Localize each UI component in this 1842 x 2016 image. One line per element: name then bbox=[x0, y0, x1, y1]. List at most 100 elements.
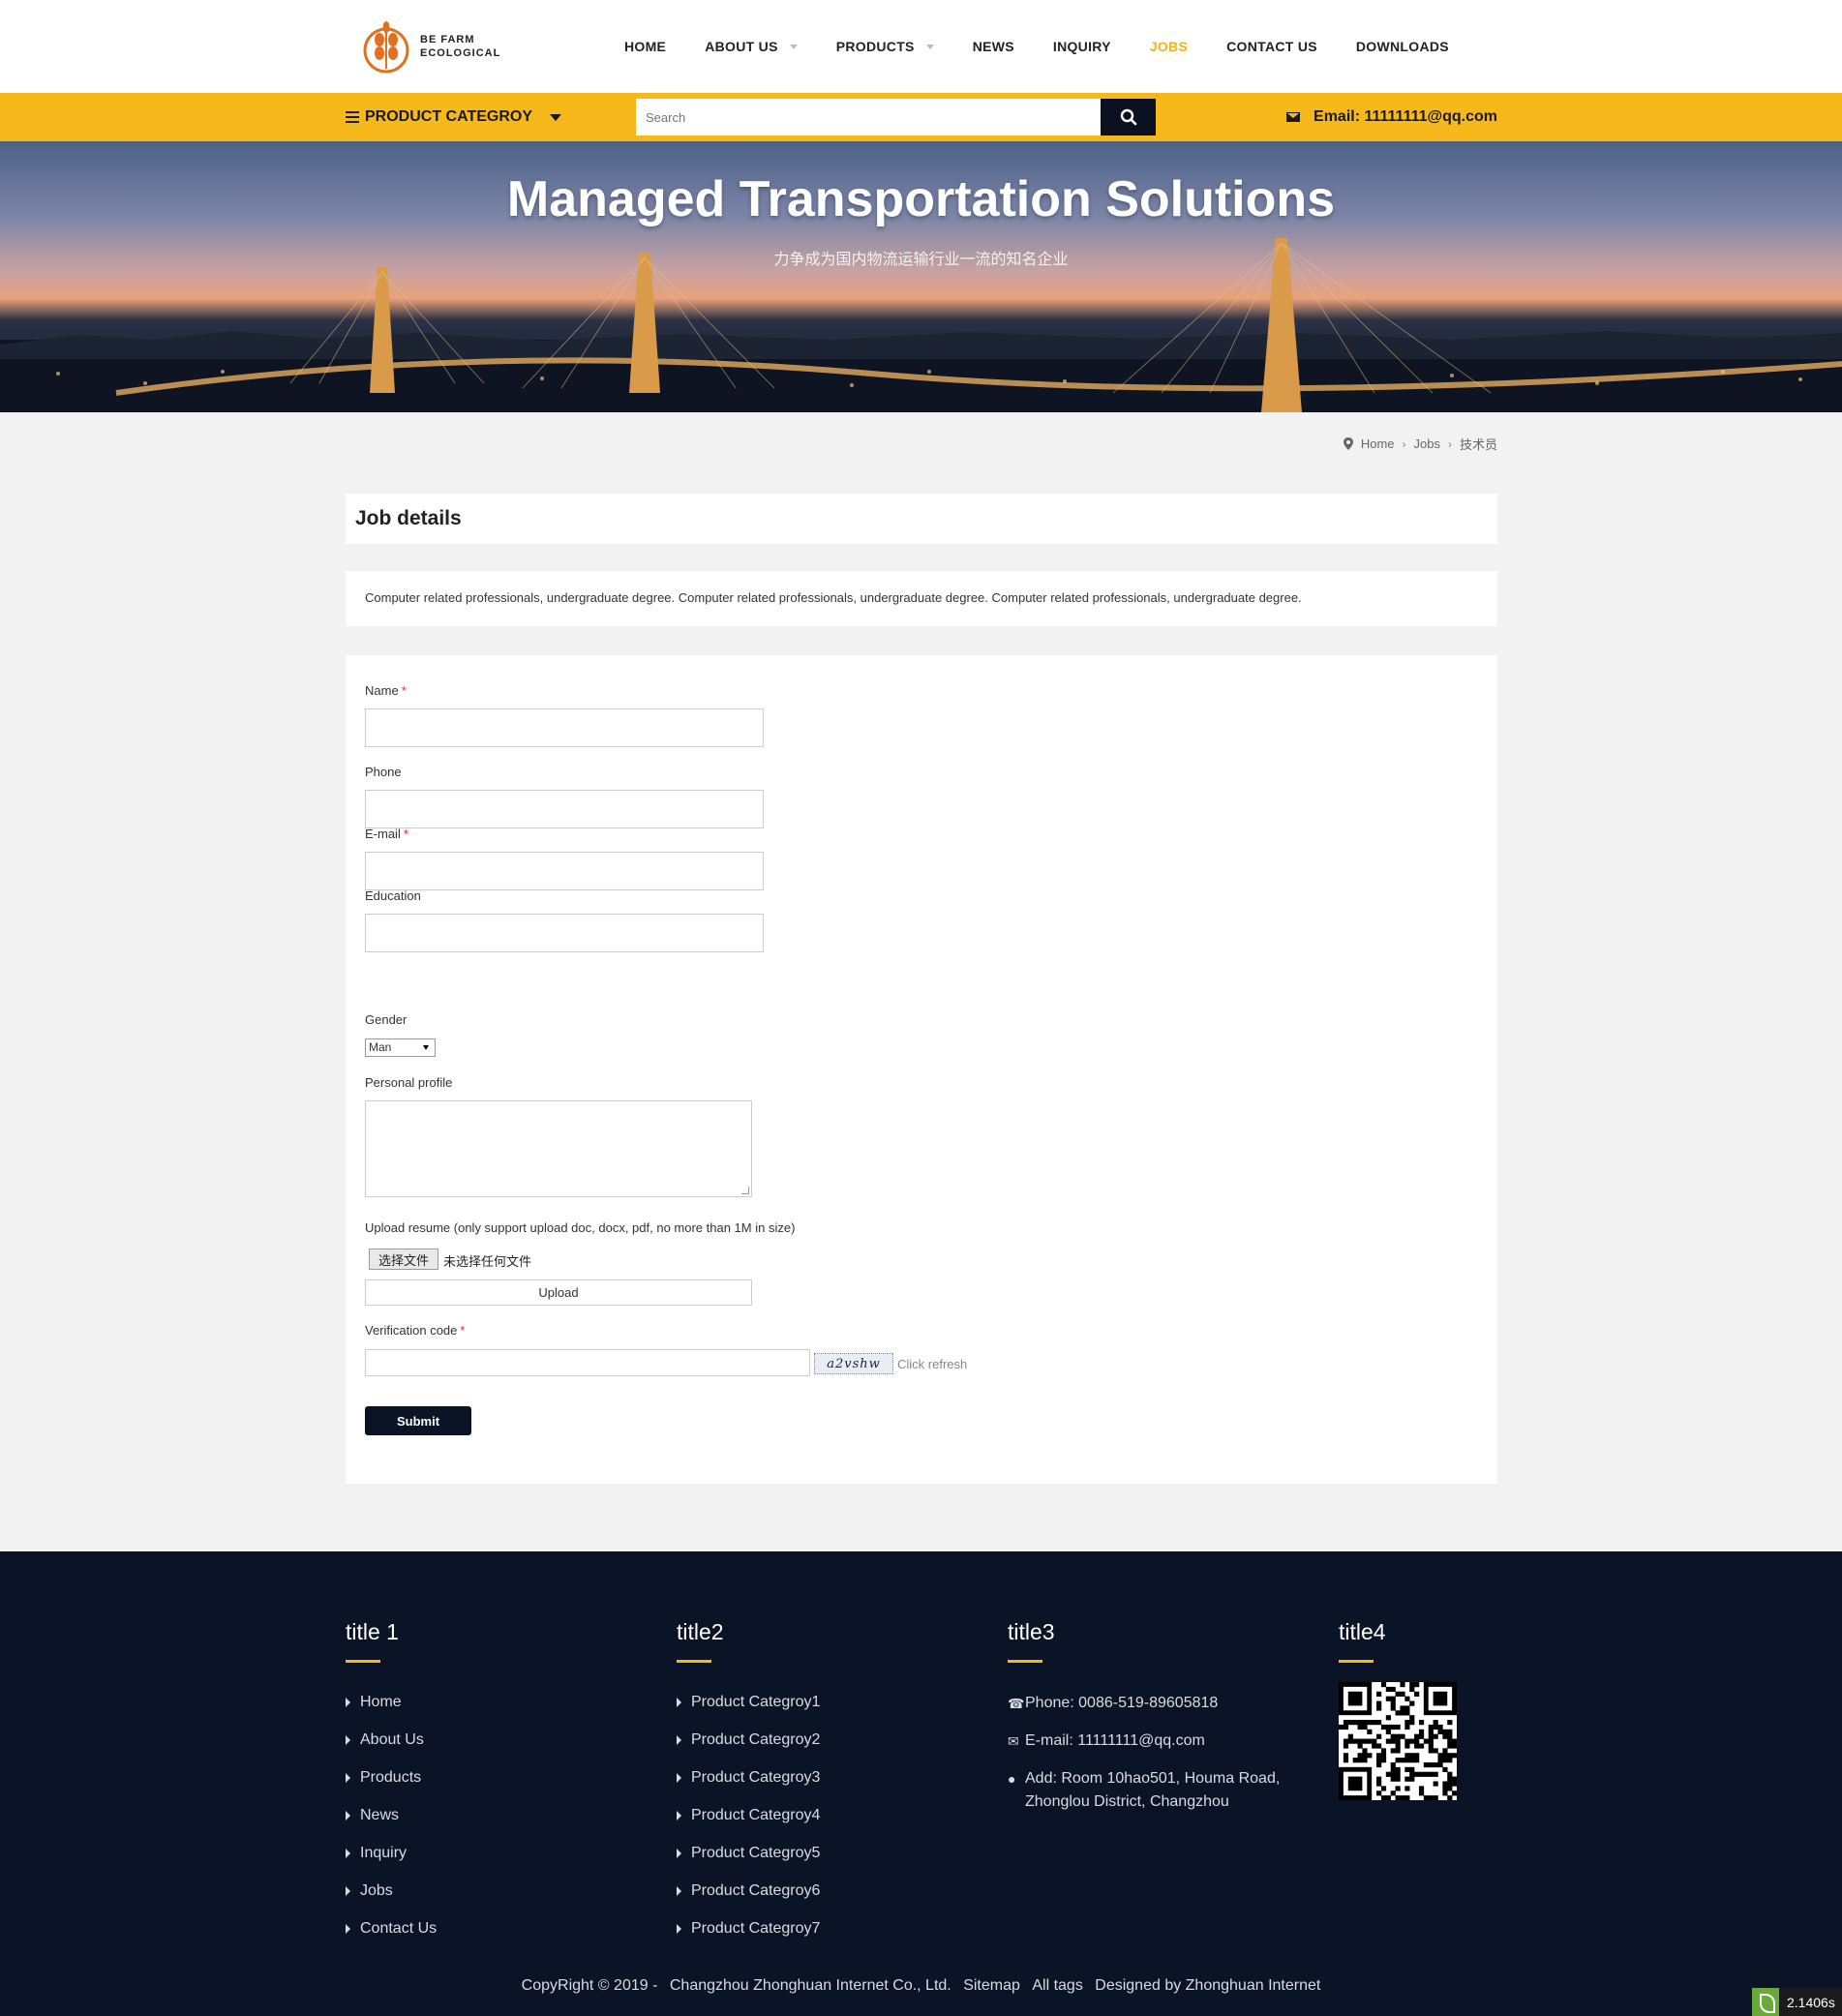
footer-address-text: Add: Room 10hao501, Houma Road, Zhonglou… bbox=[1025, 1770, 1281, 1810]
footer-link-label: Inquiry bbox=[360, 1844, 408, 1861]
footer-address: ● Add: Room 10hao501, Houma Road, Zhonglo… bbox=[1008, 1767, 1317, 1814]
logo-line-2: ECOLOGICAL bbox=[420, 47, 501, 59]
captcha-refresh-link[interactable]: Click refresh bbox=[897, 1357, 967, 1371]
nav-item-news[interactable]: NEWS bbox=[973, 39, 1014, 54]
nav-item-label: PRODUCTS bbox=[835, 39, 915, 54]
verification-field[interactable] bbox=[365, 1349, 810, 1376]
caret-right-icon bbox=[346, 1734, 350, 1745]
caret-right-icon bbox=[346, 1923, 350, 1934]
footer-link[interactable]: Product Categroy1 bbox=[677, 1683, 820, 1721]
nav-item-jobs[interactable]: JOBS bbox=[1150, 39, 1188, 54]
site-header: BE FARM ECOLOGICAL HOME ABOUT US PRODUCTS N… bbox=[0, 0, 1842, 93]
leaf-icon bbox=[1752, 1988, 1779, 2016]
chevron-right-icon: › bbox=[1447, 436, 1452, 451]
qr-code-image bbox=[1339, 1682, 1457, 1800]
phone-field[interactable] bbox=[365, 790, 764, 828]
footer-link[interactable]: Home bbox=[346, 1683, 437, 1721]
breadcrumb-jobs[interactable]: Jobs bbox=[1414, 436, 1440, 451]
logo-line-1: BE FARM bbox=[420, 34, 475, 45]
required-mark: * bbox=[403, 827, 408, 841]
banner-title: Managed Transportation Solutions bbox=[506, 171, 1336, 227]
name-label-text: Name bbox=[365, 683, 399, 698]
sitemap-link[interactable]: Sitemap bbox=[963, 1977, 1020, 1994]
utility-bar: PRODUCT CATEGROY Email: 11111111@qq.com bbox=[0, 93, 1842, 141]
footer-link-label: Product Categroy5 bbox=[691, 1844, 821, 1861]
nav-item-products[interactable]: PRODUCTS bbox=[836, 39, 934, 54]
footer-link-label: Product Categroy7 bbox=[691, 1919, 821, 1937]
profile-textarea[interactable] bbox=[365, 1100, 752, 1197]
footer-link[interactable]: Product Categroy7 bbox=[677, 1910, 820, 1947]
job-details-header: Job details bbox=[346, 494, 1497, 544]
job-description-panel: Computer related professionals, undergra… bbox=[346, 571, 1497, 626]
footer-link[interactable]: Contact Us bbox=[346, 1910, 437, 1947]
footer-col-4-title: title4 bbox=[1339, 1619, 1386, 1644]
main-nav: HOME ABOUT US PRODUCTS NEWS INQUIRY JOBS CONTA… bbox=[624, 0, 1488, 93]
title-underline bbox=[1339, 1660, 1374, 1663]
designer-credit[interactable]: Designed by Zhonghuan Internet bbox=[1095, 1977, 1320, 1994]
caret-right-icon bbox=[346, 1772, 350, 1783]
nav-item-label: ABOUT US bbox=[705, 39, 778, 54]
breadcrumb-home[interactable]: Home bbox=[1361, 436, 1395, 451]
map-pin-icon: ● bbox=[1008, 1771, 1016, 1787]
footer-col-2-title: title2 bbox=[677, 1619, 724, 1644]
nav-item-contact-us[interactable]: CONTACT US bbox=[1226, 39, 1317, 54]
footer-link[interactable]: Jobs bbox=[346, 1872, 437, 1910]
footer-link[interactable]: News bbox=[346, 1796, 437, 1834]
footer-phone-text: Phone: 0086-519-89605818 bbox=[1025, 1695, 1219, 1711]
email-label: E-mail * bbox=[365, 827, 408, 841]
caret-down-icon bbox=[789, 44, 798, 49]
nav-item-downloads[interactable]: DOWNLOADS bbox=[1356, 39, 1449, 54]
footer-col-1-links: Home About Us Products News Inquiry Jobs Conta… bbox=[346, 1683, 437, 1947]
upload-button[interactable]: Upload bbox=[365, 1279, 752, 1306]
site-logo[interactable]: BE FARM ECOLOGICAL bbox=[346, 10, 515, 83]
captcha-image[interactable]: a2vshw bbox=[814, 1353, 893, 1374]
caret-right-icon bbox=[346, 1885, 350, 1896]
gender-select[interactable]: Man bbox=[365, 1038, 436, 1057]
wheat-logo-icon bbox=[363, 21, 409, 74]
footer-link[interactable]: Product Categroy3 bbox=[677, 1759, 820, 1796]
footer-link[interactable]: Product Categroy4 bbox=[677, 1796, 820, 1834]
search-input[interactable] bbox=[636, 99, 1101, 135]
nav-item-home[interactable]: HOME bbox=[624, 39, 666, 54]
caret-right-icon bbox=[677, 1923, 681, 1934]
email-field[interactable] bbox=[365, 852, 764, 890]
title-underline bbox=[346, 1660, 380, 1663]
page-speed-badge: 2.1406s bbox=[1752, 1988, 1842, 2016]
footer-email[interactable]: ✉ E-mail: 11111111@qq.com bbox=[1008, 1730, 1317, 1753]
caret-down-icon bbox=[550, 113, 562, 121]
footer-link[interactable]: About Us bbox=[346, 1721, 437, 1759]
verification-label-text: Verification code bbox=[365, 1323, 458, 1338]
header-email[interactable]: Email: 11111111@qq.com bbox=[1286, 93, 1497, 141]
search-button[interactable] bbox=[1101, 99, 1156, 135]
title-underline bbox=[677, 1660, 711, 1663]
footer-link[interactable]: Inquiry bbox=[346, 1834, 437, 1872]
choose-file-button[interactable]: 选择文件 bbox=[369, 1249, 438, 1270]
education-field[interactable] bbox=[365, 914, 764, 952]
footer-link-label: Product Categroy4 bbox=[691, 1806, 821, 1823]
company-link[interactable]: Changzhou Zhonghuan Internet Co., Ltd. bbox=[670, 1977, 951, 1994]
resize-handle-icon[interactable] bbox=[741, 1187, 749, 1194]
footer-link-label: Home bbox=[360, 1693, 402, 1710]
breadcrumb-current: 技术员 bbox=[1459, 437, 1497, 452]
product-category-dropdown[interactable]: PRODUCT CATEGROY bbox=[346, 93, 562, 141]
footer-link[interactable]: Product Categroy6 bbox=[677, 1872, 820, 1910]
nav-item-about-us[interactable]: ABOUT US bbox=[705, 39, 798, 54]
phone-icon: ☎ bbox=[1008, 1696, 1025, 1711]
footer-link[interactable]: Product Categroy2 bbox=[677, 1721, 820, 1759]
footer-phone[interactable]: ☎ Phone: 0086-519-89605818 bbox=[1008, 1692, 1317, 1715]
caret-right-icon bbox=[677, 1810, 681, 1820]
submit-button[interactable]: Submit bbox=[365, 1406, 471, 1435]
footer-col-3-title: title3 bbox=[1008, 1619, 1055, 1644]
map-pin-icon bbox=[1343, 437, 1353, 450]
caret-right-icon bbox=[677, 1734, 681, 1745]
footer-link-label: Jobs bbox=[360, 1881, 393, 1899]
footer-link[interactable]: Product Categroy5 bbox=[677, 1834, 820, 1872]
all-tags-link[interactable]: All tags bbox=[1032, 1977, 1082, 1994]
nav-item-inquiry[interactable]: INQUIRY bbox=[1053, 39, 1111, 54]
name-field[interactable] bbox=[365, 708, 764, 747]
footer-col-2-links: Product Categroy1 Product Categroy2 Produc… bbox=[677, 1683, 820, 1947]
footer-link[interactable]: Products bbox=[346, 1759, 437, 1796]
footer-link-label: Product Categroy2 bbox=[691, 1730, 821, 1748]
copyright-text: CopyRight © 2019 - bbox=[521, 1977, 658, 1994]
nav-item-label: HOME bbox=[624, 39, 667, 54]
